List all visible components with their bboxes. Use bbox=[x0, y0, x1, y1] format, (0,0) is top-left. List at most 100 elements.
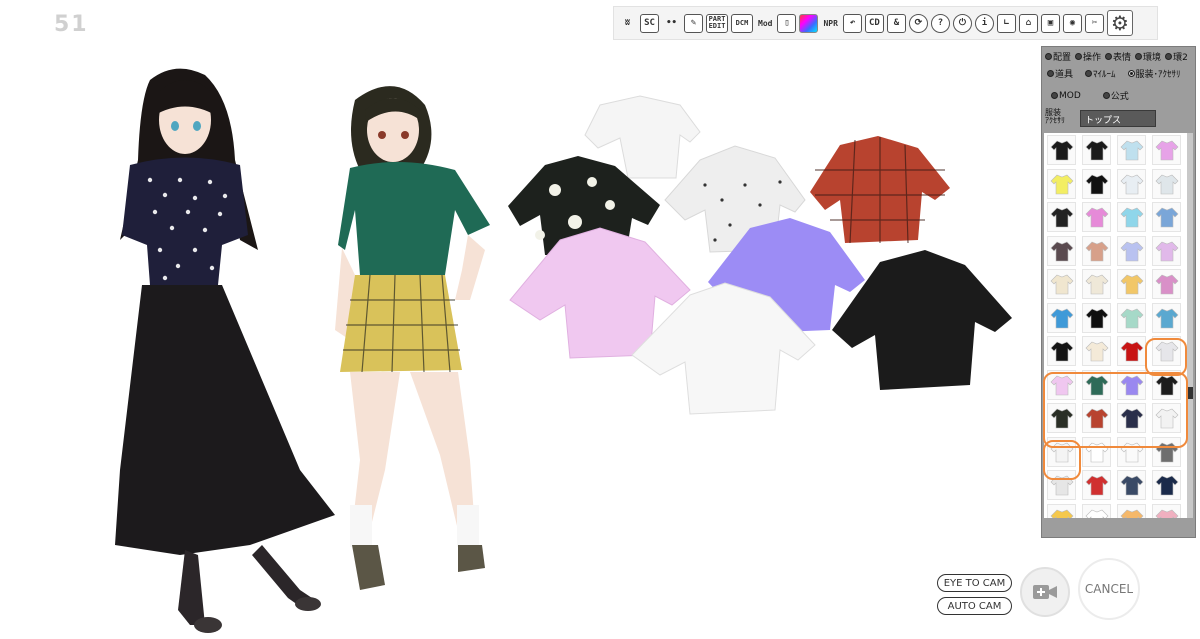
pen-icon[interactable]: ✎ bbox=[684, 13, 703, 33]
undo-icon[interactable]: ↶ bbox=[842, 13, 862, 33]
costume-thumbnail[interactable] bbox=[1047, 269, 1076, 299]
costume-thumbnail[interactable] bbox=[1047, 168, 1076, 199]
costume-thumbnail[interactable] bbox=[1152, 503, 1181, 518]
shirt-black[interactable] bbox=[832, 250, 1012, 390]
costume-thumbnail[interactable] bbox=[1117, 168, 1146, 199]
tab-row2-1[interactable]: ﾏｲﾙｰﾑ bbox=[1085, 67, 1116, 80]
color-picker-icon[interactable] bbox=[799, 13, 819, 33]
costume-thumbnail[interactable] bbox=[1117, 302, 1146, 333]
costume-thumbnail[interactable] bbox=[1047, 135, 1076, 165]
settings-gear-icon[interactable]: ⚙ bbox=[1106, 10, 1133, 36]
costume-thumbnail[interactable] bbox=[1117, 202, 1146, 232]
costume-thumbnail[interactable] bbox=[1047, 503, 1076, 518]
item-scrollbar[interactable] bbox=[1187, 133, 1193, 518]
help-icon[interactable]: ? bbox=[930, 13, 950, 33]
tab-label: ﾏｲﾙｰﾑ bbox=[1093, 70, 1116, 80]
tab-row3-1[interactable]: 公式 bbox=[1102, 89, 1129, 102]
shirt-icon bbox=[1085, 475, 1108, 496]
character-girl-short-hair[interactable] bbox=[335, 86, 490, 590]
refresh-icon[interactable]: ⟳ bbox=[908, 13, 928, 33]
costume-thumbnail[interactable] bbox=[1082, 470, 1111, 500]
costume-thumbnail[interactable] bbox=[1117, 470, 1146, 500]
cancel-button[interactable]: CANCEL bbox=[1078, 558, 1140, 620]
costume-thumbnail[interactable] bbox=[1152, 168, 1181, 199]
costume-thumbnail[interactable] bbox=[1047, 302, 1076, 333]
camera-toggle-button[interactable] bbox=[1020, 567, 1070, 617]
costume-thumbnail[interactable] bbox=[1082, 269, 1111, 299]
selection-highlight-top bbox=[1145, 338, 1187, 376]
link-icon[interactable]: & bbox=[886, 13, 906, 33]
sc-button[interactable]: SC bbox=[640, 13, 659, 33]
tab-row2-2[interactable]: 服装･ｱｸｾｻﾘ bbox=[1127, 67, 1181, 80]
power-icon[interactable]: ⏻ bbox=[952, 13, 972, 33]
shirt-icon bbox=[1050, 341, 1073, 362]
tab-label: 服装･ｱｸｾｻﾘ bbox=[1135, 70, 1181, 80]
shirt-icon bbox=[1085, 308, 1108, 328]
shirt-icon bbox=[1050, 207, 1073, 228]
radio-dot-icon bbox=[1045, 53, 1052, 60]
shirt-icon bbox=[1155, 475, 1178, 496]
costume-thumbnail[interactable] bbox=[1082, 503, 1111, 518]
tab-row1-1[interactable]: 操作 bbox=[1075, 50, 1101, 63]
category-label-line2: ｱｸｾｻﾘ bbox=[1045, 116, 1065, 125]
costume-thumbnail[interactable] bbox=[1082, 202, 1111, 232]
costume-thumbnail[interactable] bbox=[1152, 269, 1181, 299]
costume-thumbnail[interactable] bbox=[1082, 168, 1111, 199]
save-icon[interactable]: ▣ bbox=[1040, 13, 1060, 33]
mod-button[interactable]: Mod bbox=[756, 14, 774, 33]
shirt-icon bbox=[1120, 475, 1143, 496]
costume-thumbnail[interactable] bbox=[1082, 135, 1111, 165]
costume-thumbnail[interactable] bbox=[1152, 302, 1181, 333]
tab-row3-0[interactable]: MOD bbox=[1051, 89, 1081, 102]
tab-row1-2[interactable]: 表情 bbox=[1105, 50, 1131, 63]
costume-thumbnail[interactable] bbox=[1082, 336, 1111, 366]
costume-thumbnail[interactable] bbox=[1047, 235, 1076, 266]
tab-row2-0[interactable]: 道具 bbox=[1047, 67, 1073, 80]
costume-thumbnail[interactable] bbox=[1117, 336, 1146, 366]
tools-icon[interactable]: ✂ bbox=[1084, 13, 1104, 33]
shirt-icon bbox=[1085, 509, 1108, 518]
costume-thumbnail[interactable] bbox=[1047, 336, 1076, 366]
shirt-icon bbox=[1155, 308, 1178, 328]
scene-canvas[interactable] bbox=[0, 0, 1040, 639]
costume-thumbnail[interactable] bbox=[1152, 470, 1181, 500]
costume-thumbnail[interactable] bbox=[1117, 135, 1146, 165]
costume-thumbnail[interactable] bbox=[1152, 235, 1181, 266]
costume-thumbnail[interactable] bbox=[1082, 235, 1111, 266]
costume-thumbnail[interactable] bbox=[1117, 503, 1146, 518]
camera-icon[interactable]: ◉ bbox=[1062, 13, 1082, 33]
npr-button[interactable]: NPR bbox=[821, 14, 839, 33]
radio-dot-icon bbox=[1127, 70, 1135, 77]
shirt-icon bbox=[1120, 509, 1143, 518]
costume-thumbnail[interactable] bbox=[1082, 302, 1111, 333]
shirt-icon bbox=[1155, 509, 1178, 518]
eyes-icon[interactable]: •• bbox=[662, 14, 681, 33]
ruler-icon[interactable]: ∟ bbox=[996, 13, 1016, 33]
character-girl-long-hair[interactable] bbox=[115, 68, 335, 633]
shirt-icon bbox=[1050, 274, 1073, 295]
game-viewport[interactable]: 51 ʬ SC •• ✎ PART EDIT DCM Mod ▯ NPR ↶ C… bbox=[0, 0, 1200, 639]
costume-thumbnail[interactable] bbox=[1047, 202, 1076, 232]
info-icon[interactable]: i bbox=[974, 13, 994, 33]
basket-icon[interactable]: ⌂ bbox=[1018, 13, 1038, 33]
tab-label: 環境 bbox=[1143, 53, 1162, 63]
costume-thumbnail[interactable] bbox=[1117, 269, 1146, 299]
part-edit-button[interactable]: PART EDIT bbox=[706, 13, 728, 33]
dcm-button[interactable]: DCM bbox=[731, 13, 753, 33]
category-select[interactable]: トップス bbox=[1080, 110, 1156, 127]
shirt-red-plaid[interactable] bbox=[810, 136, 950, 244]
cd-button[interactable]: CD bbox=[864, 13, 884, 33]
auto-cam-button[interactable]: AUTO CAM bbox=[937, 597, 1012, 615]
costume-thumbnail[interactable] bbox=[1152, 202, 1181, 232]
panel-tabs-row3: MOD 公式 bbox=[1051, 89, 1129, 102]
info-tall-icon[interactable]: ▯ bbox=[777, 13, 797, 33]
costume-thumbnail[interactable] bbox=[1117, 235, 1146, 266]
video-camera-icon bbox=[1033, 585, 1057, 599]
timeline-icon[interactable]: ʬ bbox=[618, 14, 637, 33]
costume-thumbnail[interactable] bbox=[1152, 135, 1181, 165]
tab-row1-0[interactable]: 配置 bbox=[1045, 50, 1071, 63]
eye-to-cam-button[interactable]: EYE TO CAM bbox=[937, 574, 1012, 592]
tab-row1-3[interactable]: 環境 bbox=[1135, 50, 1161, 63]
radio-dot-icon bbox=[1135, 53, 1143, 60]
tab-row1-4[interactable]: 環2 bbox=[1165, 50, 1188, 63]
